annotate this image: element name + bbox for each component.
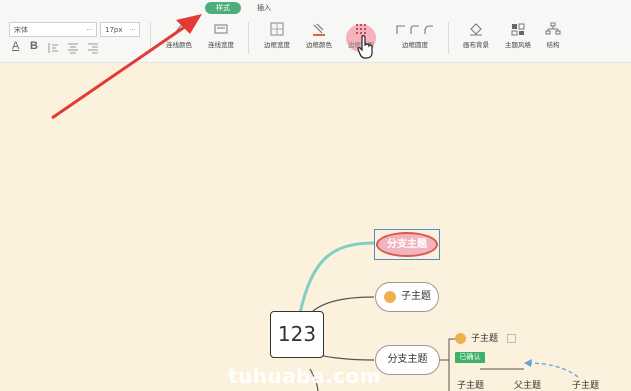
watermark: tuhuaba.com	[228, 364, 382, 388]
note-icon	[507, 334, 516, 343]
branch-topic-selected[interactable]: 分支主题	[376, 232, 438, 257]
mindmap-canvas[interactable]: 分支主题 子主题 123 分支主题 子主题 已确认 子主题 父主题 子主题	[0, 63, 631, 391]
child-topic-2[interactable]: 子主题	[455, 331, 525, 347]
parent-topic[interactable]: 父主题	[514, 378, 541, 391]
status-tag: 已确认	[455, 352, 485, 363]
branch-topic-2[interactable]: 分支主题	[375, 345, 440, 375]
priority-icon	[384, 291, 396, 303]
right-child-topic[interactable]: 子主题	[572, 378, 599, 391]
bottom-child-topic[interactable]: 子主题	[457, 378, 484, 391]
priority-icon	[455, 333, 466, 344]
central-topic[interactable]: 123	[270, 311, 324, 358]
child-topic-1-label: 子主题	[401, 291, 431, 302]
selected-branch-frame[interactable]: 分支主题	[374, 229, 440, 260]
child-topic-2-label: 子主题	[471, 334, 499, 344]
child-topic-1[interactable]: 子主题	[375, 282, 439, 312]
